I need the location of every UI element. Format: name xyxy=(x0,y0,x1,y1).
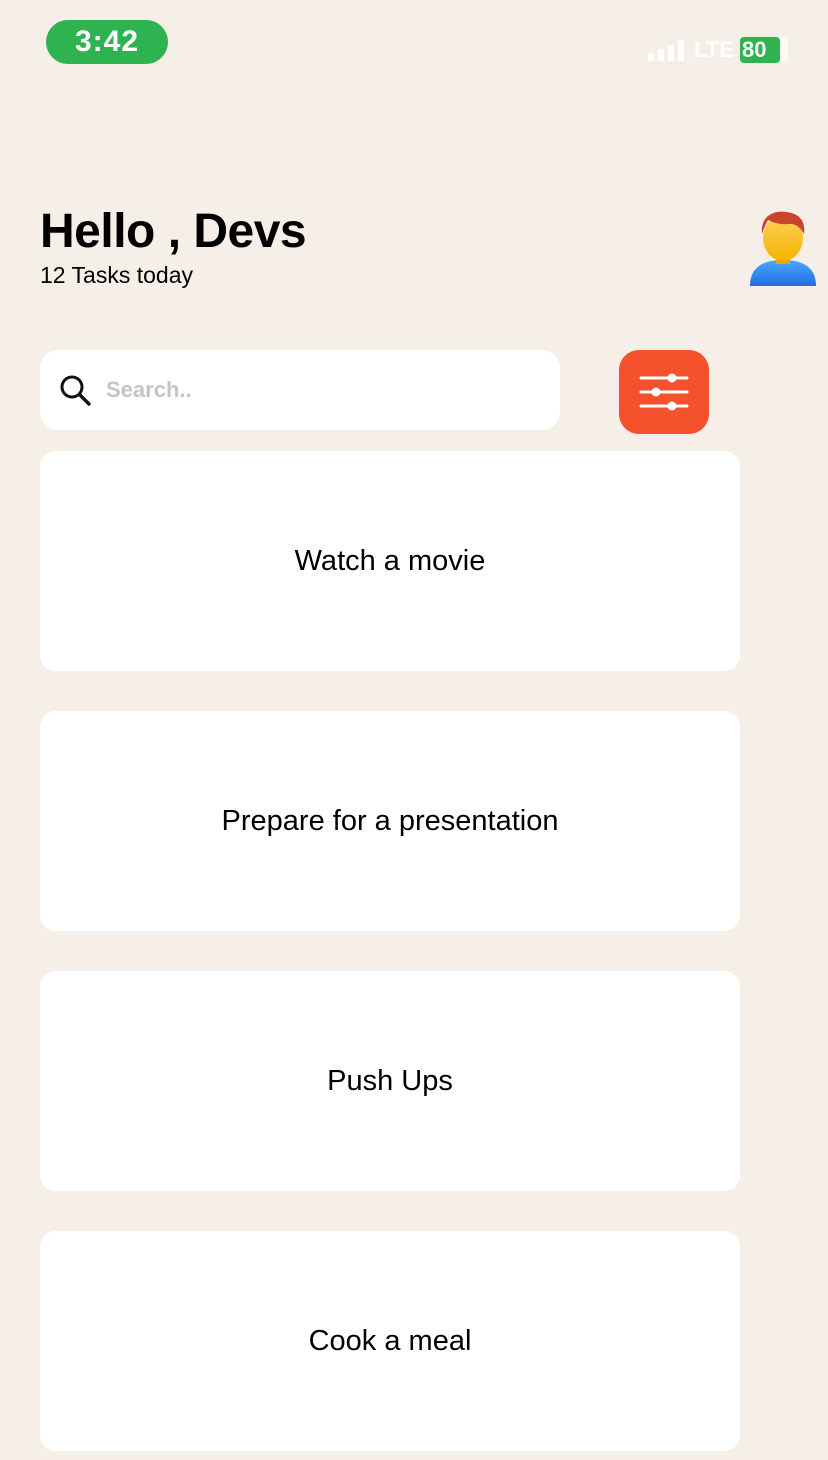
task-card[interactable]: Prepare for a presentation xyxy=(40,711,740,931)
task-title: Watch a movie xyxy=(294,544,486,577)
task-title: Prepare for a presentation xyxy=(221,804,559,837)
person-avatar-icon[interactable] xyxy=(746,208,820,286)
app-screen: 3:42 LTE 80 Hello , Devs 12 Tasks today xyxy=(0,0,828,1460)
network-type: LTE xyxy=(694,37,734,62)
task-card[interactable]: Watch a movie xyxy=(40,451,740,671)
sliders-icon xyxy=(639,373,689,411)
filter-button[interactable] xyxy=(619,350,709,434)
task-card[interactable]: Cook a meal xyxy=(40,1231,740,1451)
task-count: 12 Tasks today xyxy=(40,262,194,288)
signal-icon xyxy=(648,39,685,61)
search-icon xyxy=(60,375,91,406)
page-title: Hello , Devs xyxy=(40,205,307,258)
search-input[interactable] xyxy=(106,377,506,403)
task-title: Cook a meal xyxy=(308,1324,472,1357)
battery-icon: 80 xyxy=(740,37,792,63)
status-time: 3:42 xyxy=(46,20,168,64)
battery-level: 80 xyxy=(740,37,780,63)
task-list: Watch a movie Prepare for a presentation… xyxy=(40,451,740,1460)
status-indicators: LTE 80 xyxy=(648,36,792,64)
search-bar[interactable] xyxy=(40,350,560,430)
task-title: Push Ups xyxy=(327,1064,453,1097)
task-card[interactable]: Push Ups xyxy=(40,971,740,1191)
